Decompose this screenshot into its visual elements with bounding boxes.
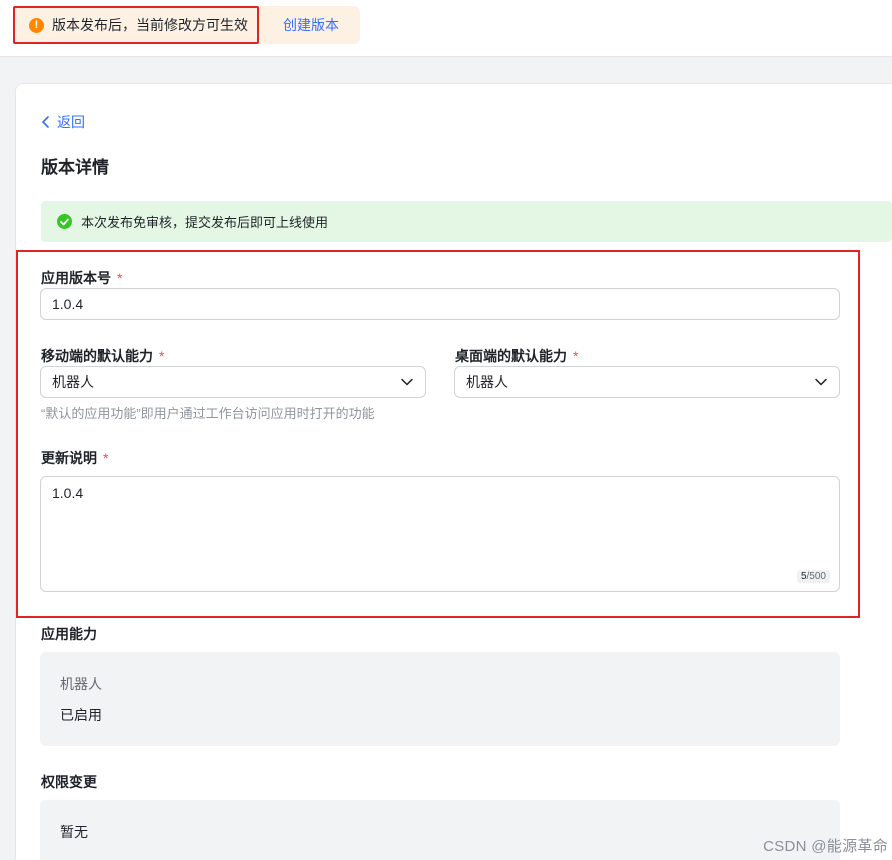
update-notes-textarea[interactable]: 1.0.4 5/500 (40, 476, 840, 592)
page-title: 版本详情 (41, 158, 109, 177)
watermark: CSDN @能源革命 (763, 838, 888, 855)
top-bar: ! 版本发布后，当前修改方可生效 创建版本 (0, 0, 892, 57)
back-label: 返回 (57, 114, 85, 130)
char-limit: /500 (806, 571, 826, 582)
version-label: 应用版本号 * (41, 268, 122, 288)
chevron-down-icon (815, 378, 827, 386)
update-notes-value: 1.0.4 (52, 485, 84, 501)
success-text: 本次发布免审核，提交发布后即可上线使用 (81, 215, 329, 230)
permissions-label: 权限变更 (41, 774, 97, 790)
required-mark: * (573, 348, 579, 364)
success-banner: 本次发布免审核，提交发布后即可上线使用 (41, 201, 892, 242)
create-version-link[interactable]: 创建版本 (259, 15, 360, 35)
version-input[interactable]: 1.0.4 (40, 288, 840, 320)
chevron-down-icon (401, 378, 413, 386)
back-link[interactable]: 返回 (41, 112, 85, 132)
desktop-default-value: 机器人 (466, 374, 508, 390)
capabilities-label: 应用能力 (41, 626, 97, 642)
notice-highlight: ! 版本发布后，当前修改方可生效 (13, 6, 259, 44)
capability-name: 机器人 (60, 676, 102, 692)
version-notice: ! 版本发布后，当前修改方可生效 创建版本 (13, 6, 360, 44)
capability-status: 已启用 (60, 707, 102, 723)
notice-text: 版本发布后，当前修改方可生效 (52, 17, 248, 33)
update-notes-label-text: 更新说明 (41, 450, 97, 466)
required-mark: * (159, 348, 165, 364)
capabilities-box (40, 652, 840, 746)
version-label-text: 应用版本号 (41, 270, 111, 286)
mobile-default-value: 机器人 (52, 374, 94, 390)
required-mark: * (117, 270, 123, 286)
permissions-box (40, 800, 840, 860)
mobile-default-select[interactable]: 机器人 (40, 366, 426, 398)
permissions-value: 暂无 (60, 824, 88, 840)
desktop-default-label: 桌面端的默认能力 * (455, 346, 578, 366)
chevron-left-icon (42, 116, 49, 128)
check-circle-icon (57, 214, 72, 229)
mobile-default-label-text: 移动端的默认能力 (41, 348, 153, 364)
default-capability-hint: “默认的应用功能”即用户通过工作台访问应用时打开的功能 (41, 406, 375, 421)
desktop-default-label-text: 桌面端的默认能力 (455, 348, 567, 364)
required-mark: * (103, 450, 109, 466)
version-value: 1.0.4 (52, 296, 84, 312)
mobile-default-label: 移动端的默认能力 * (41, 346, 164, 366)
desktop-default-select[interactable]: 机器人 (454, 366, 840, 398)
char-counter: 5/500 (796, 570, 830, 583)
warning-icon: ! (29, 17, 44, 33)
update-notes-label: 更新说明 * (41, 448, 108, 468)
